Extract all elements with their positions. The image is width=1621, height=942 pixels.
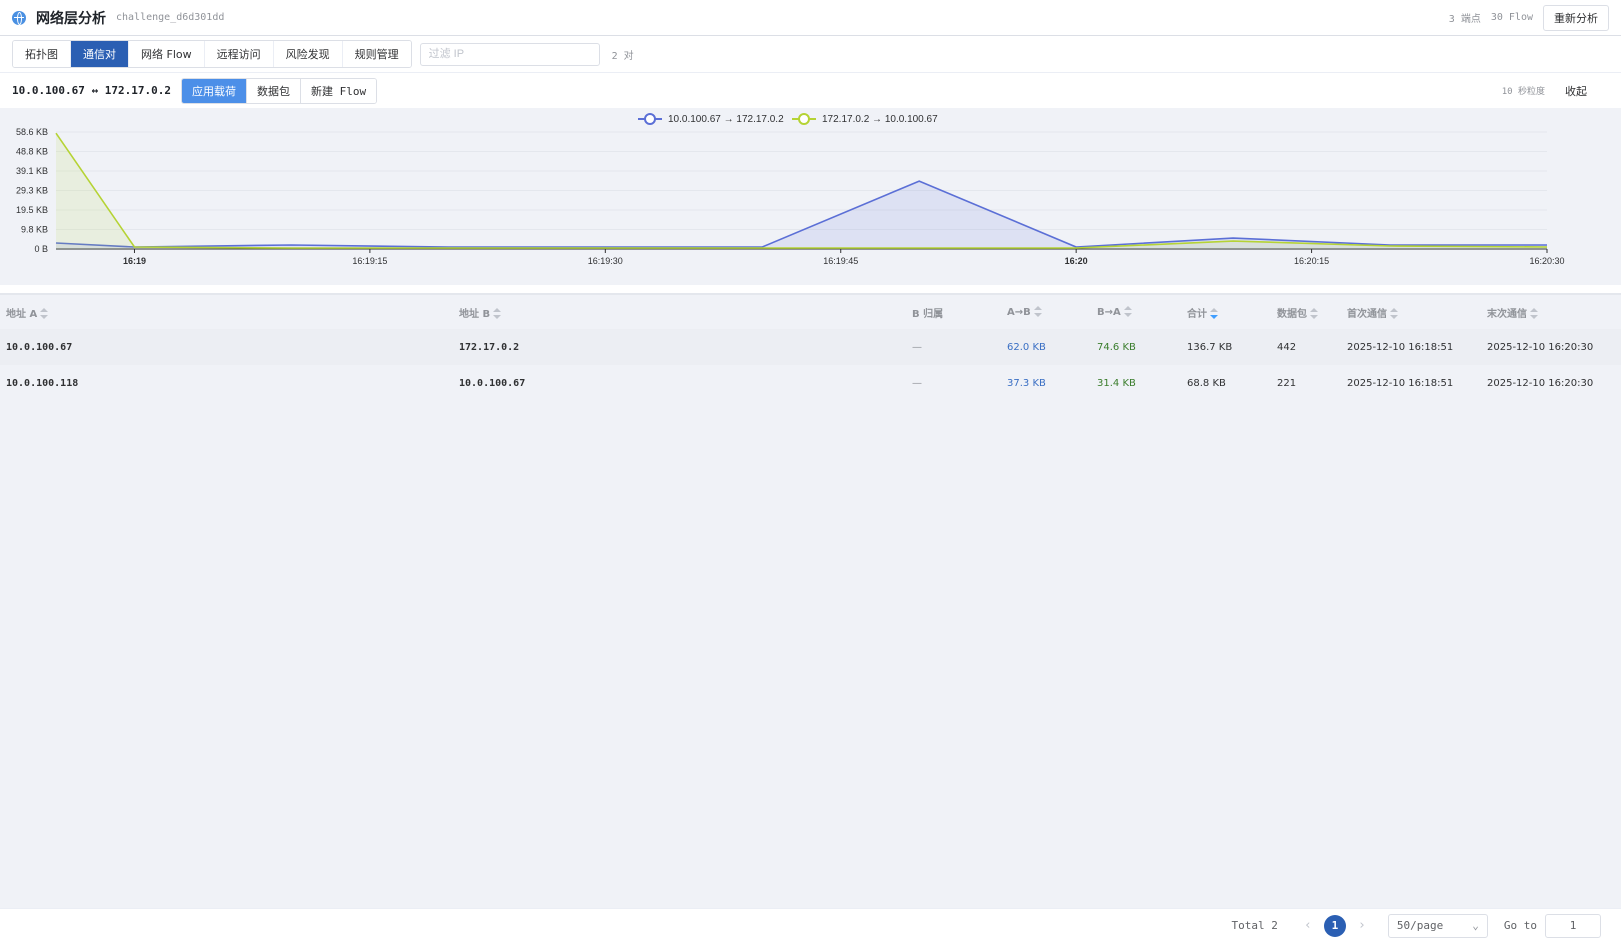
cell-first-seen: 2025-12-10 16:18:51 (1341, 329, 1481, 365)
tab-remote-access[interactable]: 远程访问 (204, 41, 274, 67)
chevron-down-icon: ⌄ (1472, 919, 1479, 932)
cell-total: 136.7 KB (1181, 329, 1271, 365)
series-area-0 (56, 181, 1547, 249)
cell-total: 68.8 KB (1187, 377, 1226, 389)
col-last-seen[interactable]: 末次通信 (1481, 295, 1621, 329)
page-size-select[interactable]: 50/page ⌄ (1387, 913, 1488, 938)
new-flow-button[interactable]: 新建 Flow (300, 78, 377, 103)
col-address-b[interactable]: 地址 B (453, 295, 906, 329)
y-tick-label: 0 B (34, 244, 48, 254)
challenge-id: challenge_d6d301dd (116, 12, 225, 23)
next-page-icon[interactable]: › (1352, 918, 1372, 933)
tab-risk[interactable]: 风险发现 (273, 41, 343, 67)
cell-b-to-a: 31.4 KB (1097, 377, 1136, 389)
cell-a-to-b: 37.3 KB (1007, 377, 1046, 389)
cell-packets: 442 (1271, 329, 1341, 365)
sort-icon[interactable] (1390, 307, 1398, 320)
col-first-seen[interactable]: 首次通信 (1341, 295, 1481, 329)
traffic-chart-svg: 0 B 9.8 KB 19.5 KB 29.3 KB 39.1 KB 48.8 KB 58.… (16, 113, 1565, 266)
tabs-row: 拓扑图 通信对 网络 Flow 远程访问 风险发现 规则管理 2 对 (0, 36, 1621, 73)
ip-filter-input[interactable] (419, 42, 600, 66)
x-tick-label: 16:20 (1065, 256, 1088, 266)
table-row[interactable]: 10.0.100.118 10.0.100.67 — 37.3 KB 31.4 … (0, 365, 1621, 401)
cell-owner: — (906, 329, 1001, 365)
cell-address-a: 10.0.100.118 (6, 377, 79, 389)
col-packets[interactable]: 数据包 (1271, 295, 1341, 329)
col-a-to-b[interactable]: A→B (1001, 295, 1091, 329)
col-total[interactable]: 合计 (1181, 295, 1271, 329)
y-tick-label: 9.8 KB (21, 225, 48, 235)
cell-address-b: 172.17.0.2 (453, 329, 906, 365)
x-tick-label: 16:20:30 (1529, 256, 1564, 266)
view-packets-button[interactable]: 数据包 (246, 78, 301, 103)
total-count: Total 2 (1231, 919, 1278, 932)
legend-label-0: 10.0.100.67 → 172.17.0.2 (668, 114, 784, 125)
x-tick-label: 16:19 (123, 256, 146, 266)
legend-marker-1 (798, 113, 810, 125)
page-size-value: 50/page (1396, 919, 1444, 932)
traffic-chart: 0 B 9.8 KB 19.5 KB 29.3 KB 39.1 KB 48.8 KB 58.… (0, 108, 1621, 285)
col-b-owner: B 归属 (912, 308, 944, 320)
pairs-table-area: 地址 A 地址 B B 归属 A→B B→A 合计 数据包 首次通信 末次通信 … (0, 293, 1621, 908)
prev-page-icon[interactable]: ‹ (1298, 918, 1318, 933)
view-switcher: 应用载荷 数据包 新建 Flow (180, 77, 378, 104)
reanalyze-button[interactable]: 重新分析 (1543, 4, 1609, 31)
cell-last-seen: 2025-12-10 16:20:30 (1481, 329, 1621, 365)
sort-icon[interactable] (493, 307, 502, 320)
legend-label-1: 172.17.0.2 → 10.0.100.67 (822, 114, 938, 125)
app-header: 网络层分析 challenge_d6d301dd 3 端点 30 Flow 重新… (0, 0, 1621, 36)
goto-label: Go to (1503, 919, 1537, 932)
cell-address-a: 10.0.100.67 (0, 329, 453, 365)
y-tick-label: 19.5 KB (16, 205, 48, 215)
y-tick-label: 29.3 KB (16, 186, 48, 196)
col-b-to-a[interactable]: B→A (1091, 295, 1181, 329)
y-tick-label: 58.6 KB (16, 127, 48, 137)
x-tick-label: 16:20:15 (1294, 256, 1329, 266)
tab-rules[interactable]: 规则管理 (342, 41, 411, 67)
page-number-current[interactable]: 1 (1323, 914, 1346, 937)
sort-icon[interactable] (1310, 307, 1318, 320)
table-row[interactable]: 10.0.100.67 172.17.0.2 — 62.0 KB 74.6 KB… (0, 329, 1621, 365)
y-tick-label: 39.1 KB (16, 166, 48, 176)
table-header-row: 地址 A 地址 B B 归属 A→B B→A 合计 数据包 首次通信 末次通信 (0, 295, 1621, 329)
pagination: Total 2 ‹ 1 › 50/page ⌄ Go to 1 (0, 908, 1621, 942)
cell-a-to-b: 62.0 KB (1001, 329, 1091, 365)
cell-last-seen: 2025-12-10 16:20:30 (1487, 377, 1594, 389)
x-tick-label: 16:19:30 (588, 256, 623, 266)
flow-count: 30 Flow (1490, 12, 1533, 23)
sort-icon[interactable] (1033, 306, 1042, 318)
cell-owner: — (912, 377, 922, 389)
cell-packets: 221 (1277, 377, 1297, 389)
tab-pairs[interactable]: 通信对 (71, 41, 129, 67)
cell-first-seen: 2025-12-10 16:18:51 (1347, 377, 1454, 389)
x-tick-label: 16:19:45 (823, 256, 858, 266)
cell-b-to-a: 74.6 KB (1091, 329, 1181, 365)
main-tabs: 拓扑图 通信对 网络 Flow 远程访问 风险发现 规则管理 (12, 40, 412, 68)
goto-page-input[interactable]: 1 (1545, 913, 1601, 938)
pair-count: 2 对 (611, 50, 634, 62)
sort-icon[interactable] (1123, 306, 1132, 318)
pair-bar: 10.0.100.67 ↔ 172.17.0.2 应用载荷 数据包 新建 Flo… (0, 73, 1621, 108)
col-address-a[interactable]: 地址 A (0, 295, 453, 329)
sort-desc-icon[interactable] (1210, 307, 1218, 320)
page-title: 网络层分析 (36, 10, 106, 27)
cell-address-b: 10.0.100.67 (459, 377, 526, 389)
sort-icon[interactable] (1530, 307, 1538, 320)
endpoint-count: 3 端点 (1448, 14, 1481, 25)
selected-pair: 10.0.100.67 ↔ 172.17.0.2 (12, 84, 171, 97)
x-tick-label: 16:19:15 (352, 256, 387, 266)
globe-icon (12, 10, 26, 25)
granularity-label: 10 秒粒度 (1501, 87, 1545, 97)
tab-network-flow[interactable]: 网络 Flow (129, 41, 205, 67)
sort-icon[interactable] (40, 307, 49, 320)
collapse-button[interactable]: 收起 (1565, 83, 1609, 99)
tab-topology[interactable]: 拓扑图 (13, 41, 71, 67)
pairs-table: 地址 A 地址 B B 归属 A→B B→A 合计 数据包 首次通信 末次通信 … (0, 295, 1621, 401)
y-tick-label: 48.8 KB (16, 147, 48, 157)
legend-marker-0 (644, 113, 656, 125)
view-payload-button[interactable]: 应用载荷 (181, 78, 247, 103)
